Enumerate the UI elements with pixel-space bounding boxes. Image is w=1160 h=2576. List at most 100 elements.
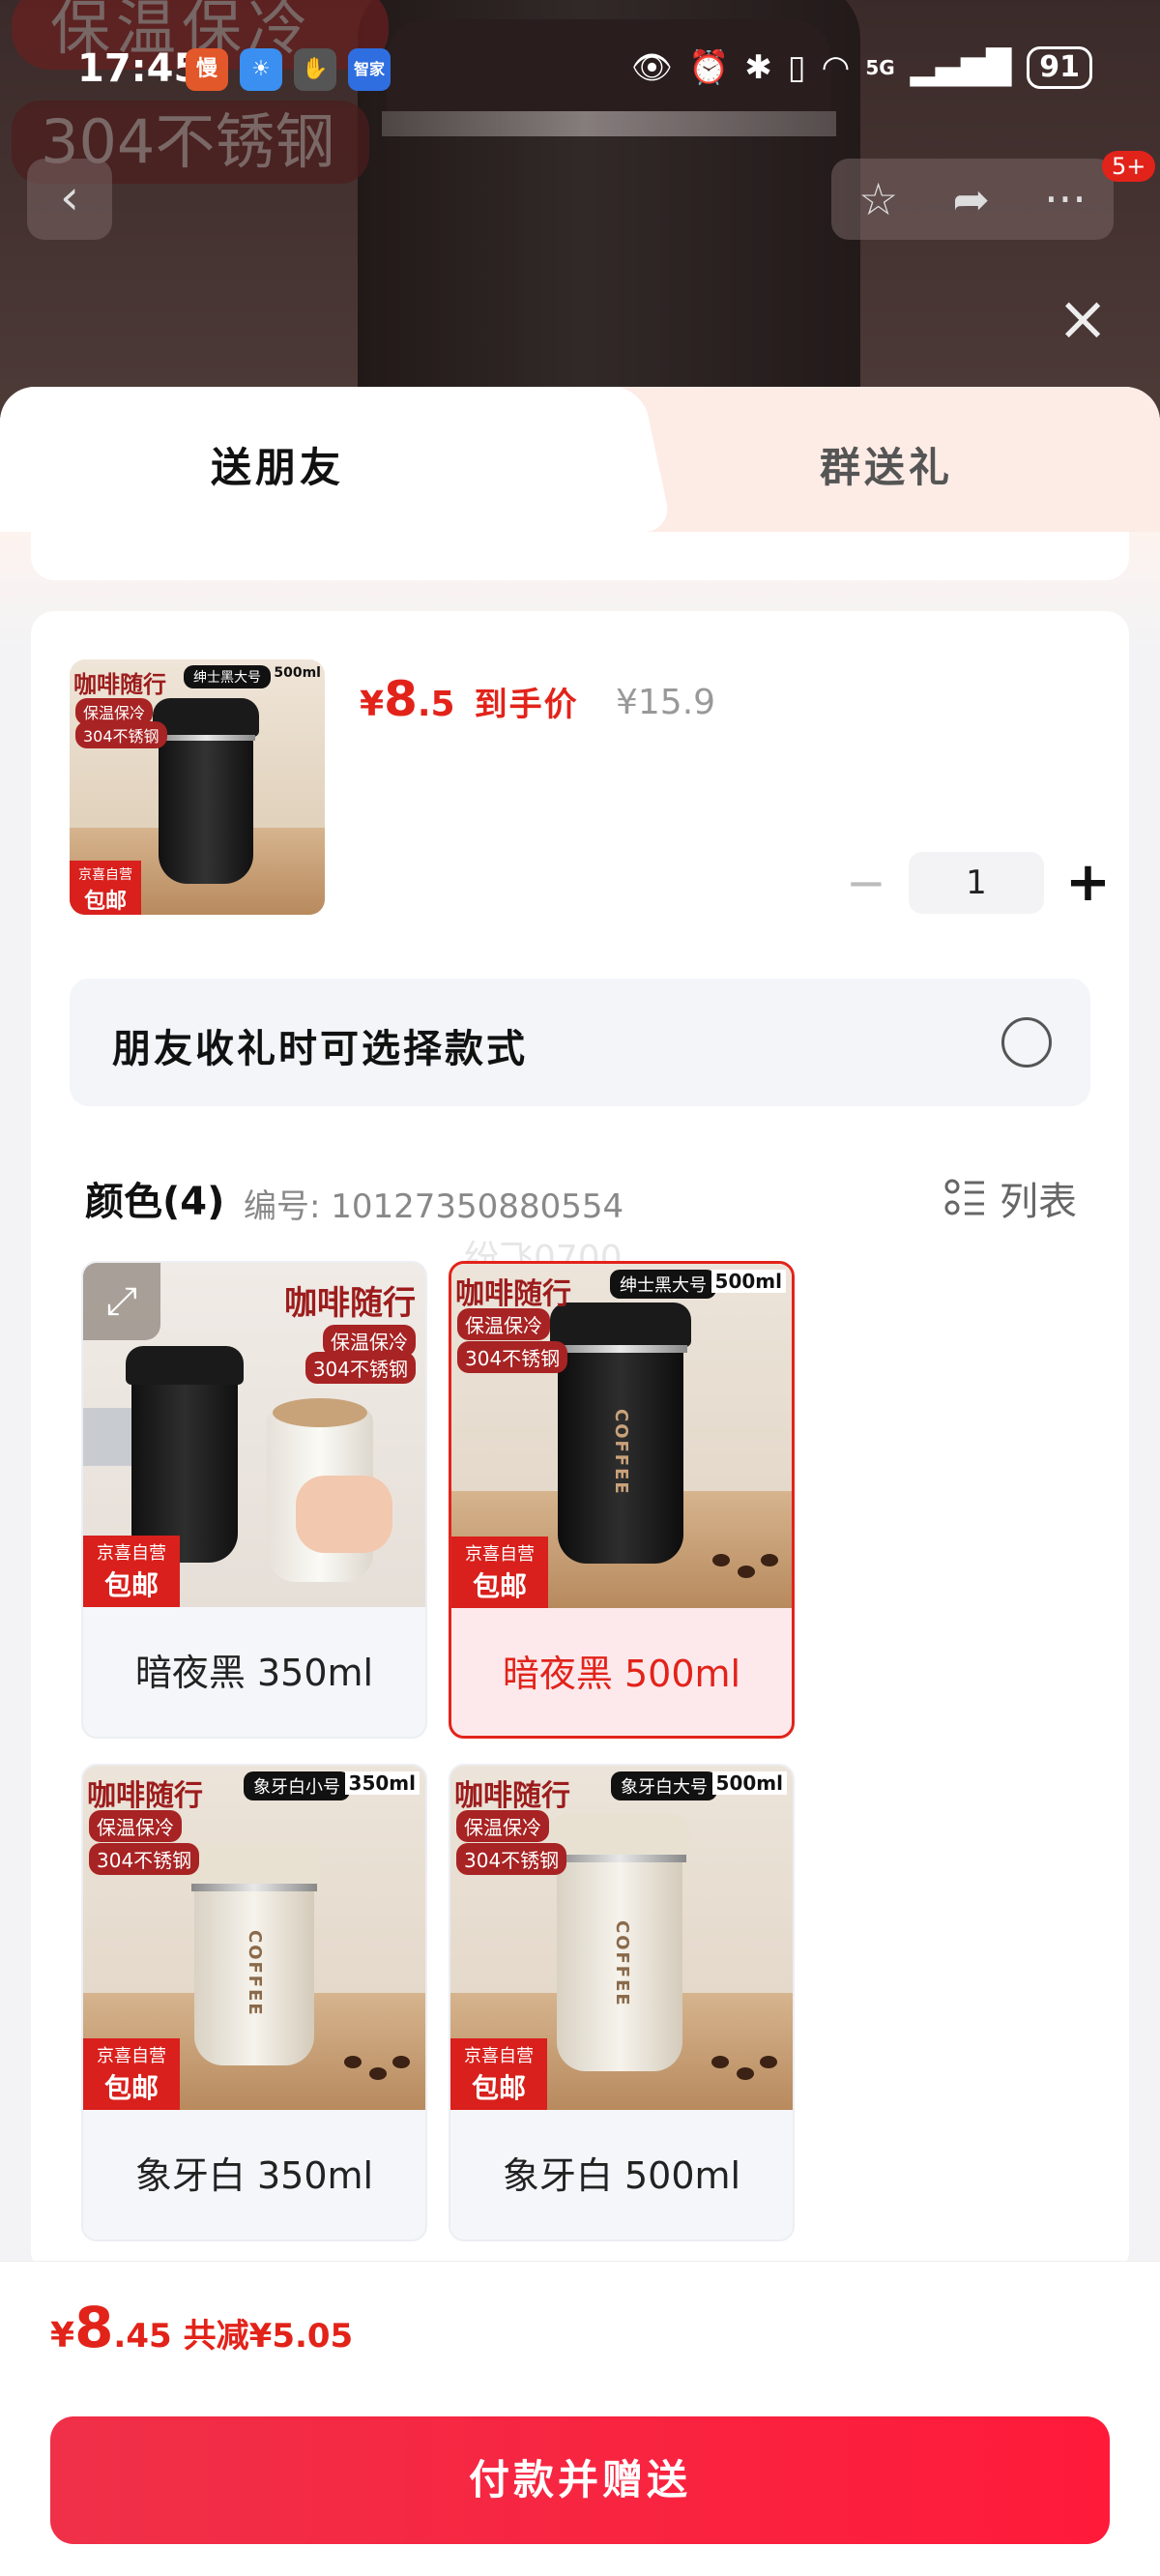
back-button[interactable]: ‹ [27,159,112,240]
bean [712,1554,730,1566]
bean [369,2067,387,2080]
variant-sub1: 保温保冷 [89,1810,182,1842]
gift-price: ¥8.5 到手价 [360,671,579,727]
star-icon[interactable]: ☆ [858,173,898,225]
variant-option[interactable]: COFFEE 咖啡随行 保温保冷 304不锈钢 象牙白大号 500ml 京喜自营… [449,1764,795,2241]
wifi-icon: ◠ [821,48,851,87]
top-strip [31,532,1129,580]
thumb-jd-line1: 京喜自营 [78,867,132,883]
total-dec: .45 [113,2317,172,2356]
coffee-print: COFFEE [611,1409,631,1496]
bean [761,1554,778,1566]
thumb-size-tag: 绅士黑大号 [184,665,271,688]
size-ml: 350ml [344,1771,420,1795]
signal-icon: ▂▄▆█ [910,48,1012,87]
list-icon [944,1179,984,1215]
weather-app-icon: ☀ [240,48,282,91]
vibrate-icon: ▯ [787,48,806,87]
status-icons: 👁 ⏰ ✱ ▯ ◠ 5G ▂▄▆█ 91 [631,46,1092,89]
product-thumbnail[interactable]: 咖啡随行 保温保冷 304不锈钢 绅士黑大号 500ml 京喜自营 包邮 [70,659,325,915]
list-view-toggle[interactable]: 列表 [943,1170,1077,1226]
variant-title: 咖啡随行 [454,1779,570,1813]
thumb-jd-line2: 包邮 [83,890,127,914]
price-int: 8 [384,671,418,727]
variant-image: COFFEE 咖啡随行 保温保冷 304不锈钢 绅士黑大号 500ml 京喜自营… [451,1264,792,1608]
close-icon[interactable]: × [1054,288,1112,350]
thumb-jd-badge: 京喜自营 包邮 [70,861,141,915]
checkout-bar: ¥8.45 共减¥5.05 付款并赠送 [0,2261,1160,2576]
list-label: 列表 [1000,1180,1077,1224]
sheet-body: 咖啡随行 保温保冷 304不锈钢 绅士黑大号 500ml 京喜自营 包邮 ¥8.… [0,532,1160,2274]
variant-label: 暗夜黑 500ml [502,1653,741,1695]
jd-line1: 京喜自营 [97,2046,166,2066]
variant-cup-black [131,1369,238,1563]
coffee-print: COFFEE [612,1920,632,2007]
jd-badge: 京喜自营 包邮 [450,2038,547,2110]
jd-badge: 京喜自营 包邮 [451,1537,548,1608]
chevron-left-icon: ‹ [60,169,79,225]
size-tag: 象牙白小号 [244,1771,350,1800]
quantity-stepper: − 1 + [845,851,1111,914]
price-tag: 到手价 [474,686,579,724]
thumb-sub2: 304不锈钢 [75,721,167,748]
top-actions: ☆ ➦ ··· [831,159,1114,240]
expand-icon[interactable]: ⤢ [83,1263,160,1340]
coffee-print: COFFEE [245,1930,265,2017]
total-int: 8 [74,2295,114,2360]
variant-option[interactable]: COFFEE 咖啡随行 保温保冷 304不锈钢 象牙白小号 350ml 京喜自营… [81,1764,427,2241]
total-symbol: ¥ [50,2316,75,2356]
variant-ring [191,1884,317,1891]
gift-tabs: 送朋友 群送礼 [0,387,1160,532]
quantity-plus-button[interactable]: + [1065,851,1111,914]
variant-sub2: 304不锈钢 [456,1843,567,1875]
jd-line2: 包邮 [472,1570,527,1602]
variant-option[interactable]: 咖啡随行 保温保冷 304不锈钢 京喜自营 包邮 ⤢ 暗夜黑 350ml [81,1261,427,1739]
variant-label: 暗夜黑 350ml [134,1652,374,1694]
thumb-ring [157,735,255,741]
thumb-title: 咖啡随行 [73,671,166,698]
variant-ring [553,1855,686,1862]
bean [737,2067,754,2080]
bean [711,2056,729,2068]
jd-line1: 京喜自营 [464,2046,534,2066]
quantity-input[interactable]: 1 [909,851,1044,914]
pay-and-gift-button[interactable]: 付款并赠送 [50,2416,1110,2544]
variant-image: COFFEE 咖啡随行 保温保冷 304不锈钢 象牙白小号 350ml 京喜自营… [83,1766,425,2110]
variant-lid [549,1814,690,1857]
status-bar: 17:45 慢 ☀ ✋ 智家 👁 ⏰ ✱ ▯ ◠ 5G ▂▄▆█ 91 [0,39,1160,102]
jd-line2: 包邮 [103,1569,159,1601]
jd-line1: 京喜自营 [97,1543,166,1564]
variant-title: 咖啡随行 [284,1284,416,1323]
quantity-minus-button[interactable]: − [845,855,887,911]
thumb-cup [159,729,253,884]
variant-sub1: 保温保冷 [457,1308,550,1340]
jd-line2: 包邮 [103,2072,159,2104]
variant-title: 咖啡随行 [87,1779,203,1813]
thumb-lid [153,698,259,737]
bean [760,2056,777,2068]
friend-choose-style-option[interactable]: 朋友收礼时可选择款式 [70,979,1090,1106]
network-label: 5G [865,56,895,79]
variant-title: 咖啡随行 [455,1277,571,1311]
more-icon[interactable]: ··· [1044,173,1087,225]
gesture-app-icon: ✋ [294,48,336,91]
hand-shape [296,1476,392,1553]
original-price: ¥15.9 [616,683,716,722]
product-card: 咖啡随行 保温保冷 304不锈钢 绅士黑大号 500ml 京喜自营 包邮 ¥8.… [31,611,1129,2274]
tab-send-friend[interactable]: 送朋友 [0,387,619,532]
bean [344,2056,362,2068]
gift-sheet: 送朋友 群送礼 咖啡随行 保温保冷 304不锈钢 绅士黑大号 500ml 京喜自… [0,387,1160,2576]
size-tag: 象牙白大号 [611,1771,717,1800]
variant-sub2: 304不锈钢 [89,1843,200,1875]
total-price: ¥8.45 共减¥5.05 [50,2295,353,2360]
variant-option-selected[interactable]: COFFEE 咖啡随行 保温保冷 304不锈钢 绅士黑大号 500ml 京喜自营… [449,1261,795,1739]
jd-line1: 京喜自营 [465,1544,535,1565]
tab-group-gift[interactable]: 群送礼 [820,435,953,494]
alarm-icon: ⏰ [688,48,730,87]
jd-line2: 包邮 [471,2072,526,2104]
jd-badge: 京喜自营 包邮 [83,2038,180,2110]
friend-option-radio[interactable] [1001,1017,1052,1068]
tab-send-friend-label: 送朋友 [211,444,345,491]
variant-lid [126,1346,244,1385]
share-icon[interactable]: ➦ [952,173,990,225]
